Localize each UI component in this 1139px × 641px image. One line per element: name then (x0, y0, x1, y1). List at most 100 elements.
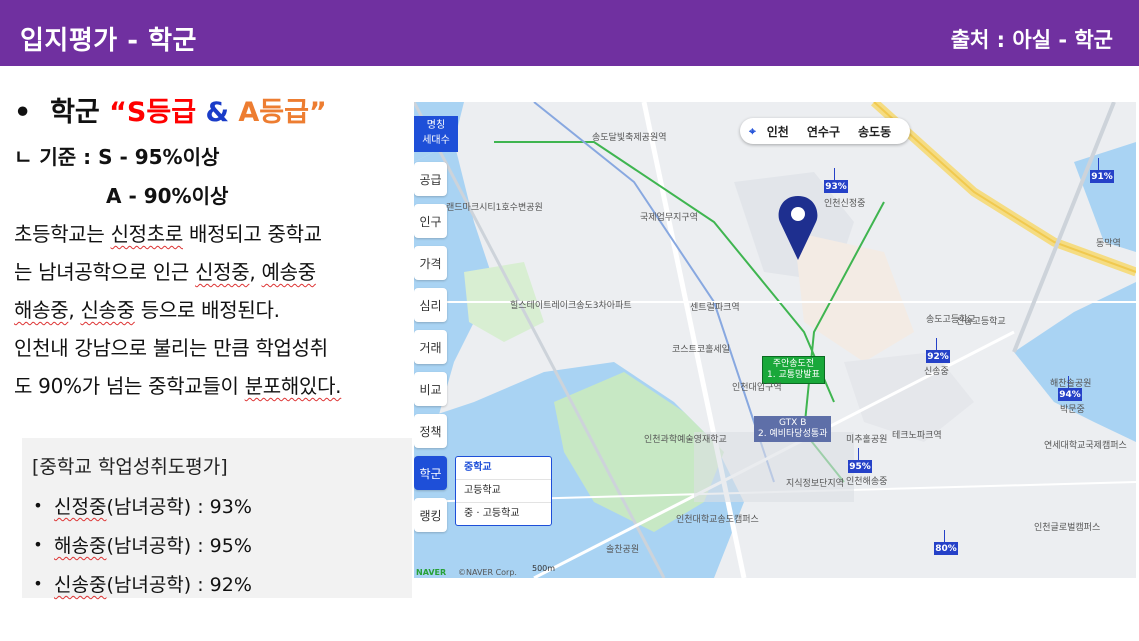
map-label: 인천대입구역 (732, 383, 782, 393)
criteria-s: ㄴ 기준 : S - 95%이상 (14, 141, 409, 170)
grade-s: S등급 (126, 97, 197, 128)
tool-school-district[interactable]: 학군 (414, 456, 447, 490)
school-name: 신정중 (54, 496, 107, 518)
tool-policy[interactable]: 정책 (414, 414, 447, 448)
option-high-school[interactable]: 고등학교 (456, 480, 551, 503)
map-label: 인천대학교송도캠퍼스 (676, 515, 759, 525)
option-middle-high-school[interactable]: 중 · 고등학교 (456, 503, 551, 525)
para-underlined: 신정초로 (110, 222, 184, 246)
list-item: • 신송중 (남녀공학) : 92% (22, 564, 252, 603)
crosshair-icon[interactable]: ⌖ (740, 124, 758, 139)
region-selector[interactable]: ⌖ 인천 연수구 송도동 (740, 118, 910, 144)
map-label: 미추홀공원 (846, 435, 888, 445)
map-label: 국제업무지구역 (640, 213, 698, 223)
badge-94[interactable]: 94% (1058, 388, 1082, 401)
bullet: • (33, 496, 43, 515)
list-item: • 해송중 (남녀공학) : 95% (22, 525, 252, 564)
source-label: 출처 : 아실 - 학군 (950, 28, 1113, 52)
segment-toggle[interactable]: 명칭세대수 (414, 116, 458, 152)
segment-name: 명칭 (426, 120, 446, 131)
map-label: 해찬솔공원 (1050, 379, 1092, 389)
bullet: • (33, 535, 43, 554)
para-underlined: 해송중 (14, 298, 69, 322)
school-type-menu: 중학교 고등학교 중 · 고등학교 (455, 456, 552, 526)
text-column: • 학군 “S등급 & A등급” ㄴ 기준 : S - 95%이상 A - 90… (14, 90, 409, 405)
grade-a: A등급 (238, 97, 309, 128)
tool-supply[interactable]: 공급 (414, 162, 447, 196)
region-dong[interactable]: 송도동 (849, 123, 900, 140)
badge-sinjeong[interactable]: 93% (824, 180, 848, 193)
bullet: • (33, 574, 43, 593)
tool-ranking[interactable]: 랭킹 (414, 498, 447, 532)
tool-sentiment[interactable]: 심리 (414, 288, 447, 322)
bullet: • (14, 97, 51, 128)
tool-compare[interactable]: 비교 (414, 372, 447, 406)
map-label: 힐스테이트레이크송도3차아파트 (510, 301, 632, 311)
open-quote: “ (109, 97, 127, 128)
map-copyright: ©NAVER Corp. (458, 568, 517, 577)
region-district[interactable]: 연수구 (798, 123, 849, 140)
close-quote: ” (308, 97, 327, 128)
para-text: 등으로 배정된다. (134, 298, 280, 322)
map-label: 송도달빛축제공원역 (592, 133, 667, 143)
map-label: 솔찬공원 (606, 545, 640, 555)
badge-haesong[interactable]: 95% (848, 460, 872, 473)
para-text: , (249, 260, 262, 284)
ampersand: & (205, 97, 229, 128)
para-text: 는 남녀공학으로 인근 (14, 260, 196, 284)
school-district-heading: • 학군 “S등급 & A등급” (14, 90, 409, 129)
criteria-label: ㄴ 기준 : (14, 145, 99, 169)
map-label: 박문중 (1060, 405, 1085, 415)
school-detail: (남녀공학) : 92% (106, 574, 252, 596)
map-label: 지식정보단지역 (786, 479, 844, 489)
evaluation-box: [중학교 학업성취도평가] • 신정중 (남녀공학) : 93% • 해송중 (남녀… (22, 438, 412, 598)
naver-logo: NAVER (416, 568, 447, 577)
para-text: 배정되고 중학교 (182, 222, 322, 246)
evaluation-list: • 신정중 (남녀공학) : 93% • 해송중 (남녀공학) : 95% • 신송중… (22, 486, 252, 603)
school-district-map[interactable]: 명칭세대수 공급 인구 가격 심리 거래 비교 정책 학군 랭킹 중학교 고등학… (414, 102, 1136, 578)
map-label: 연세대학교국제캠퍼스 (1044, 441, 1127, 451)
criteria-s-value: S - 95%이상 (98, 145, 220, 169)
map-scale: 500m (532, 564, 556, 573)
para-text: , (68, 298, 81, 322)
para-underlined: 신송중 (80, 298, 135, 322)
list-item: • 신정중 (남녀공학) : 93% (22, 486, 252, 525)
para-underlined: 신정중 (195, 260, 250, 284)
badge-91[interactable]: 91% (1090, 170, 1114, 183)
transit-plan-name: 주안송도전 (772, 359, 815, 369)
map-label: 인천신정중 (824, 199, 866, 209)
map-label: 인천글로벌캠퍼스 (1034, 523, 1101, 533)
tool-transactions[interactable]: 거래 (414, 330, 447, 364)
region-city[interactable]: 인천 (758, 123, 798, 140)
map-label: 코스트코홀세일 (672, 345, 730, 355)
school-name: 해송중 (54, 535, 107, 557)
badge-sinsong[interactable]: 92% (926, 350, 950, 363)
heading-prefix: 학군 (50, 97, 100, 128)
map-label: 동막역 (1096, 239, 1121, 249)
map-label: 인천해송중 (846, 477, 888, 487)
header-bar: 입지평가 - 학군 출처 : 아실 - 학군 (0, 0, 1139, 66)
para-underlined: 예송중 (261, 260, 317, 284)
tool-population[interactable]: 인구 (414, 204, 447, 238)
map-label: 테크노파크역 (892, 431, 942, 441)
tool-price[interactable]: 가격 (414, 246, 447, 280)
description-paragraph: 초등학교는 신정초로 배정되고 중학교 는 남녀공학으로 인근 신정중, 예송중… (14, 215, 409, 405)
map-label: 랜드마크시티1호수변공원 (446, 203, 543, 213)
option-middle-school[interactable]: 중학교 (456, 457, 551, 480)
gtx-b-status: 2. 예비타당성통과 (758, 429, 828, 439)
para-underlined: 분포해있다. (244, 374, 342, 398)
map-label: 인천과학예술영재학교 (644, 435, 727, 445)
para-text: 초등학교는 (14, 222, 111, 246)
criteria-a: A - 90%이상 (106, 184, 229, 208)
page-title: 입지평가 - 학군 (20, 26, 197, 56)
badge-80[interactable]: 80% (934, 542, 958, 555)
map-label: 신송고등학교 (956, 317, 1006, 327)
map-label: 신송중 (924, 367, 949, 377)
school-detail: (남녀공학) : 95% (106, 535, 252, 557)
segment-households: 세대수 (422, 135, 450, 146)
map-label: 센트럴파크역 (690, 303, 740, 313)
para-line: 인천내 강남으로 불리는 만큼 학업성취 (14, 336, 328, 360)
evaluation-title: [중학교 학업성취도평가] (32, 456, 228, 478)
school-detail: (남녀공학) : 93% (106, 496, 252, 518)
school-name: 신송중 (54, 574, 107, 596)
